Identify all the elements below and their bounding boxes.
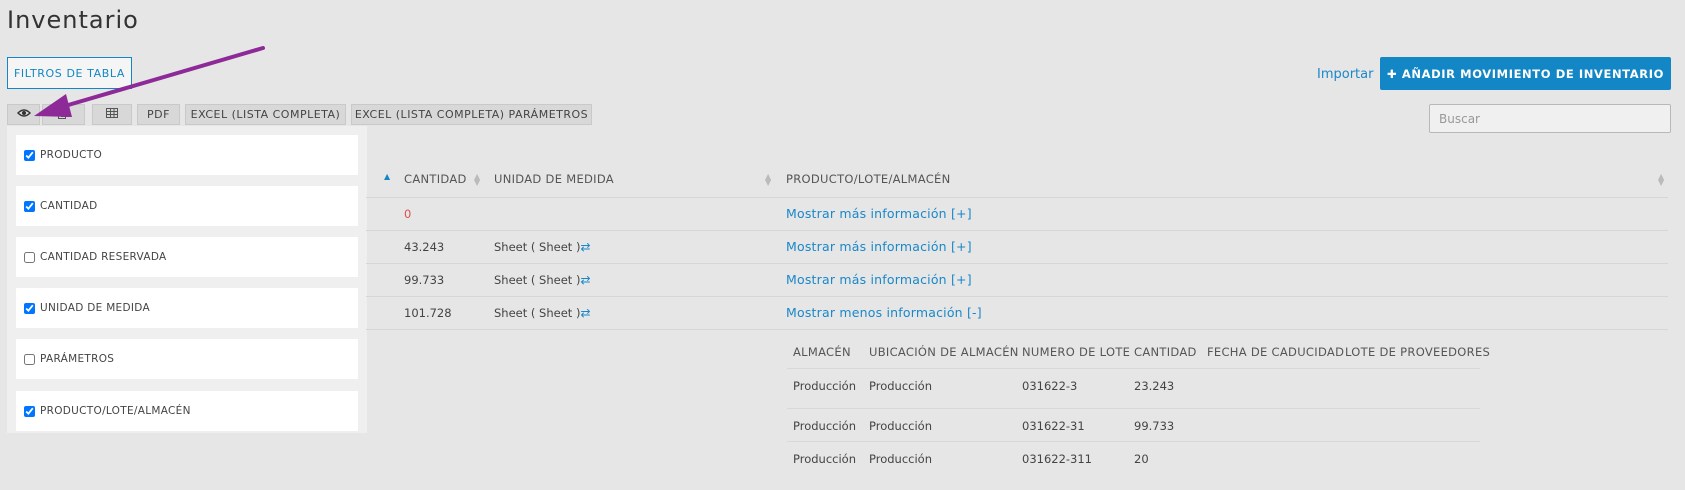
sort-icon[interactable]: ▲ ▼ — [1658, 173, 1664, 187]
quantity-cell: 99.733 — [404, 273, 445, 287]
column-toggle-cantidad-reservada[interactable]: CANTIDAD RESERVADA — [16, 237, 358, 277]
search-input[interactable] — [1429, 104, 1671, 133]
subtable-header-fecha-caducidad: FECHA DE CADUCIDAD — [1207, 345, 1345, 359]
toggle-info-link[interactable]: Mostrar más información [+] — [786, 239, 972, 254]
subtable-cell: Producción — [869, 419, 932, 433]
subtable-cell: Producción — [869, 452, 932, 466]
subtable-cell: 031622-311 — [1022, 452, 1092, 466]
divider — [366, 296, 1668, 297]
unit-label: Sheet ( Sheet ) — [494, 273, 581, 287]
subtable-header-almacen: ALMACÉN — [793, 345, 851, 359]
column-toggle-producto-lote-almacen[interactable]: PRODUCTO/LOTE/ALMACÉN — [16, 391, 358, 431]
column-checkbox[interactable] — [24, 353, 35, 365]
subtable-cell: Producción — [793, 419, 856, 433]
column-toggle-label: PRODUCTO/LOTE/ALMACÉN — [40, 405, 191, 417]
table-filters-button[interactable]: FILTROS DE TABLA — [7, 57, 132, 89]
column-toggle-parametros[interactable]: PARÁMETROS — [16, 339, 358, 379]
column-visibility-panel: PRODUCTO CANTIDAD CANTIDAD RESERVADA UNI… — [7, 126, 367, 433]
page-title: Inventario — [7, 6, 139, 34]
column-toggle-producto[interactable]: PRODUCTO — [16, 135, 358, 175]
table-view-button[interactable] — [92, 104, 132, 125]
subtable-header-numero-lote: NUMERO DE LOTE — [1022, 345, 1131, 359]
column-checkbox[interactable] — [24, 149, 35, 161]
subtable-cell: 031622-3 — [1022, 379, 1078, 393]
column-header-producto-lote-almacen[interactable]: PRODUCTO/LOTE/ALMACÉN — [786, 172, 951, 186]
excel-full-list-parameters-button[interactable]: EXCEL (LISTA COMPLETA) PARÁMETROS — [351, 104, 592, 125]
subtable-cell: Producción — [869, 379, 932, 393]
column-toggle-label: PRODUCTO — [40, 149, 103, 161]
subtable-cell: 23.243 — [1134, 379, 1175, 393]
divider — [787, 408, 1480, 409]
column-checkbox[interactable] — [24, 405, 35, 417]
divider — [787, 368, 1480, 369]
swap-unit-icon[interactable]: ⇄ — [580, 240, 590, 254]
subtable-header-lote-proveedores: LOTE DE PROVEEDORES — [1345, 345, 1491, 359]
sort-icon[interactable]: ▲ ▼ — [765, 173, 771, 187]
copy-icon — [58, 107, 69, 122]
import-link[interactable]: Importar — [1317, 67, 1373, 82]
subtable-cell: Producción — [793, 452, 856, 466]
column-toggle-cantidad[interactable]: CANTIDAD — [16, 186, 358, 226]
toggle-info-link[interactable]: Mostrar más información [+] — [786, 272, 972, 287]
column-checkbox[interactable] — [24, 302, 35, 314]
quantity-cell: 0 — [404, 207, 412, 221]
divider — [787, 441, 1480, 442]
unit-cell: Sheet ( Sheet )⇄ — [494, 273, 591, 287]
sort-icon[interactable]: ▲ ▼ — [474, 173, 480, 187]
column-toggle-label: CANTIDAD — [40, 200, 98, 212]
subtable-cell: Producción — [793, 379, 856, 393]
divider — [366, 263, 1668, 264]
divider — [366, 329, 1668, 330]
column-checkbox[interactable] — [24, 251, 35, 263]
column-header-cantidad[interactable]: CANTIDAD — [404, 172, 467, 186]
table-icon — [106, 108, 118, 121]
pdf-button[interactable]: PDF — [137, 104, 180, 125]
column-toggle-label: UNIDAD DE MEDIDA — [40, 302, 150, 314]
column-header-unidad-de-medida[interactable]: UNIDAD DE MEDIDA — [494, 172, 614, 186]
eye-icon — [16, 108, 31, 121]
column-checkbox[interactable] — [24, 200, 35, 212]
quantity-cell: 101.728 — [404, 306, 452, 320]
subtable-header-ubicacion: UBICACIÓN DE ALMACÉN — [869, 345, 1019, 359]
excel-full-list-button[interactable]: EXCEL (LISTA COMPLETA) — [185, 104, 346, 125]
swap-unit-icon[interactable]: ⇄ — [580, 306, 590, 320]
swap-unit-icon[interactable]: ⇄ — [580, 273, 590, 287]
toggle-info-link[interactable]: Mostrar más información [+] — [786, 206, 972, 221]
unit-cell: Sheet ( Sheet )⇄ — [494, 240, 591, 254]
unit-label: Sheet ( Sheet ) — [494, 240, 581, 254]
column-toggle-label: CANTIDAD RESERVADA — [40, 251, 167, 263]
subtable-header-cantidad: CANTIDAD — [1134, 345, 1197, 359]
column-toggle-label: PARÁMETROS — [40, 353, 115, 365]
divider — [366, 197, 1668, 198]
subtable-cell: 99.733 — [1134, 419, 1175, 433]
subtable-cell: 20 — [1134, 452, 1149, 466]
unit-label: Sheet ( Sheet ) — [494, 306, 581, 320]
unit-cell: Sheet ( Sheet )⇄ — [494, 306, 591, 320]
column-toggle-unidad-de-medida[interactable]: UNIDAD DE MEDIDA — [16, 288, 358, 328]
copy-button[interactable] — [42, 104, 85, 125]
subtable-cell: 031622-31 — [1022, 419, 1085, 433]
sort-asc-icon[interactable]: ▲ — [384, 172, 390, 181]
column-visibility-button[interactable] — [7, 104, 40, 125]
toggle-info-link[interactable]: Mostrar menos información [-] — [786, 305, 982, 320]
divider — [366, 230, 1668, 231]
quantity-cell: 43.243 — [404, 240, 445, 254]
add-inventory-movement-button[interactable]: ✚ AÑADIR MOVIMIENTO DE INVENTARIO — [1380, 57, 1671, 90]
